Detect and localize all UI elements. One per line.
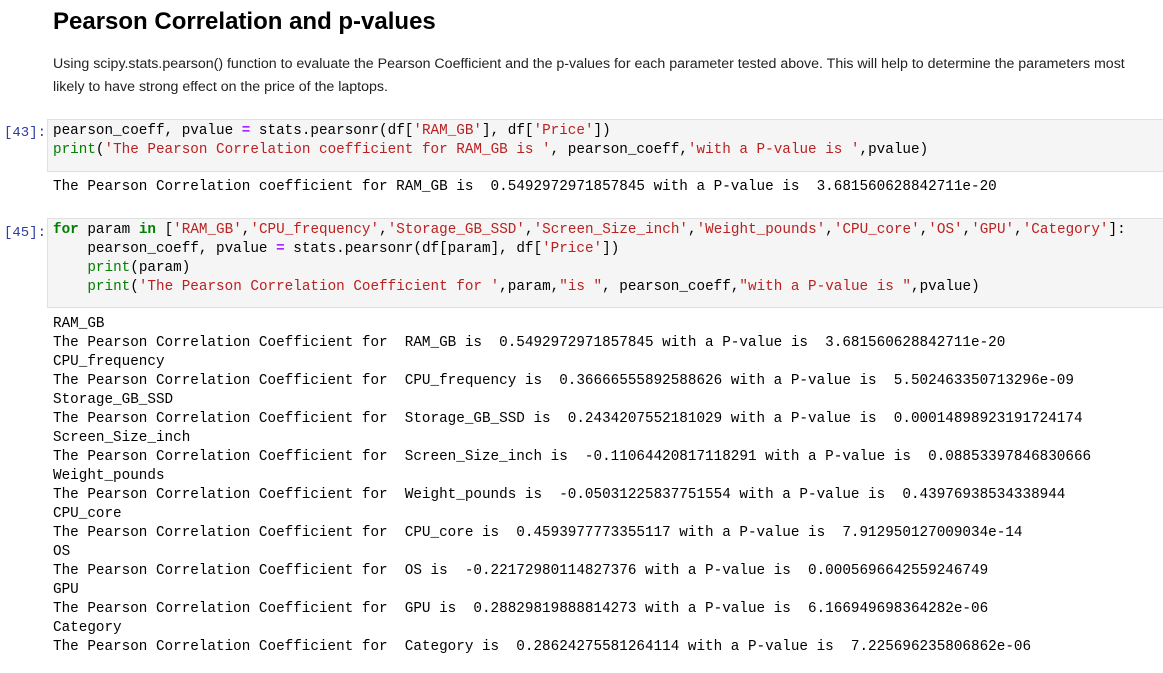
code-token: 'Weight_pounds' xyxy=(696,222,826,238)
code-line: pearson_coeff, pvalue = stats.pearsonr(d… xyxy=(53,122,1163,141)
code-token: (param) xyxy=(130,260,191,276)
code-token: param xyxy=(78,222,139,238)
code-token: 'Category' xyxy=(1022,222,1109,238)
cell-output-43: The Pearson Correlation coefficient for … xyxy=(53,178,997,197)
code-token: [ xyxy=(155,222,174,238)
output-line: Storage_GB_SSD xyxy=(53,392,174,408)
output-line: CPU_frequency xyxy=(53,354,165,370)
code-token: ( xyxy=(130,279,139,295)
code-token: ( xyxy=(95,142,105,158)
code-token: print xyxy=(87,260,131,276)
output-line: The Pearson Correlation Coefficient for … xyxy=(53,601,989,617)
output-line: The Pearson Correlation Coefficient for … xyxy=(53,449,1092,465)
output-line: RAM_GB xyxy=(53,316,105,332)
output-line: GPU xyxy=(53,582,79,598)
code-token: , xyxy=(825,222,834,238)
code-token: 'Price' xyxy=(542,241,603,257)
code-token: for xyxy=(53,222,79,238)
code-line: for param in ['RAM_GB','CPU_frequency','… xyxy=(53,221,1163,240)
code-token: stats.pearsonr(df[ xyxy=(250,123,414,139)
code-token: ]) xyxy=(602,241,620,257)
output-line: The Pearson Correlation Coefficient for … xyxy=(53,525,1023,541)
output-line: The Pearson Correlation Coefficient for … xyxy=(53,411,1083,427)
code-token: 'CPU_core' xyxy=(833,222,920,238)
description-text: Using scipy.stats.pearson() function to … xyxy=(53,56,1125,95)
code-token: 'with a P-value is ' xyxy=(687,142,860,158)
output-line: The Pearson Correlation Coefficient for … xyxy=(53,639,1032,655)
output-line: Category xyxy=(53,620,122,636)
code-token: 'Storage_GB_SSD' xyxy=(387,222,525,238)
output-line: CPU_core xyxy=(53,506,122,522)
output-line: The Pearson Correlation Coefficient for … xyxy=(53,563,989,579)
code-token: , xyxy=(919,222,929,238)
code-editor[interactable]: pearson_coeff, pvalue = stats.pearsonr(d… xyxy=(53,122,1163,160)
code-token: stats.pearsonr(df[param], df[ xyxy=(284,241,543,257)
code-token: , xyxy=(379,222,388,238)
code-token: 'Screen_Size_inch' xyxy=(533,222,688,238)
output-line: Weight_pounds xyxy=(53,468,165,484)
section-heading: Pearson Correlation and p-values xyxy=(53,8,436,35)
code-token: , xyxy=(1014,222,1023,238)
code-token: , pearson_coeff, xyxy=(550,142,688,158)
code-line: print(param) xyxy=(53,259,1163,278)
code-token: ]: xyxy=(1108,222,1126,238)
output-line: The Pearson Correlation Coefficient for … xyxy=(53,335,1006,351)
cell-prompt: [45]: xyxy=(3,225,46,241)
code-token: , xyxy=(524,222,534,238)
code-token: 'Price' xyxy=(533,123,594,139)
code-token: 'GPU' xyxy=(971,222,1015,238)
code-token: ,pvalue) xyxy=(859,142,929,158)
code-token: 'The Pearson Correlation Coefficient for… xyxy=(138,279,500,295)
code-cell-45[interactable]: for param in ['RAM_GB','CPU_frequency','… xyxy=(47,218,1163,308)
code-editor[interactable]: for param in ['RAM_GB','CPU_frequency','… xyxy=(53,221,1163,297)
code-token: , xyxy=(688,222,697,238)
code-token: print xyxy=(53,142,96,158)
code-token: ,pvalue) xyxy=(911,279,980,295)
cell-prompt: [43]: xyxy=(3,125,46,141)
code-token: , pearson_coeff, xyxy=(602,279,740,295)
output-line: Screen_Size_inch xyxy=(53,430,191,446)
code-line: print('The Pearson Correlation Coefficie… xyxy=(53,278,1163,297)
code-cell-43[interactable]: pearson_coeff, pvalue = stats.pearsonr(d… xyxy=(47,119,1163,172)
code-token: 'The Pearson Correlation coefficient for… xyxy=(104,142,551,158)
code-token: 'OS' xyxy=(928,222,963,238)
code-token: = xyxy=(276,241,285,257)
code-token: "is " xyxy=(559,279,603,295)
code-token: ]) xyxy=(593,123,611,139)
code-token: pearson_coeff, pvalue xyxy=(53,123,242,139)
cell-output-45: RAM_GB The Pearson Correlation Coefficien… xyxy=(53,315,1091,657)
code-token: pearson_coeff, pvalue xyxy=(53,241,277,257)
output-line: OS xyxy=(53,544,71,560)
code-token: 'CPU_frequency' xyxy=(250,222,380,238)
code-token: ], df[ xyxy=(482,123,534,139)
output-line: The Pearson Correlation coefficient for … xyxy=(53,179,997,195)
code-token: 'RAM_GB' xyxy=(173,222,242,238)
code-token: print xyxy=(87,279,131,295)
code-line: print('The Pearson Correlation coefficie… xyxy=(53,141,1163,160)
code-token: , xyxy=(962,222,972,238)
code-line: pearson_coeff, pvalue = stats.pearsonr(d… xyxy=(53,240,1163,259)
output-line: The Pearson Correlation Coefficient for … xyxy=(53,373,1074,389)
code-token: ,param, xyxy=(499,279,560,295)
code-token: in xyxy=(138,222,156,238)
code-token: "with a P-value is " xyxy=(739,279,912,295)
output-line: The Pearson Correlation Coefficient for … xyxy=(53,487,1066,503)
code-token: 'RAM_GB' xyxy=(413,123,482,139)
